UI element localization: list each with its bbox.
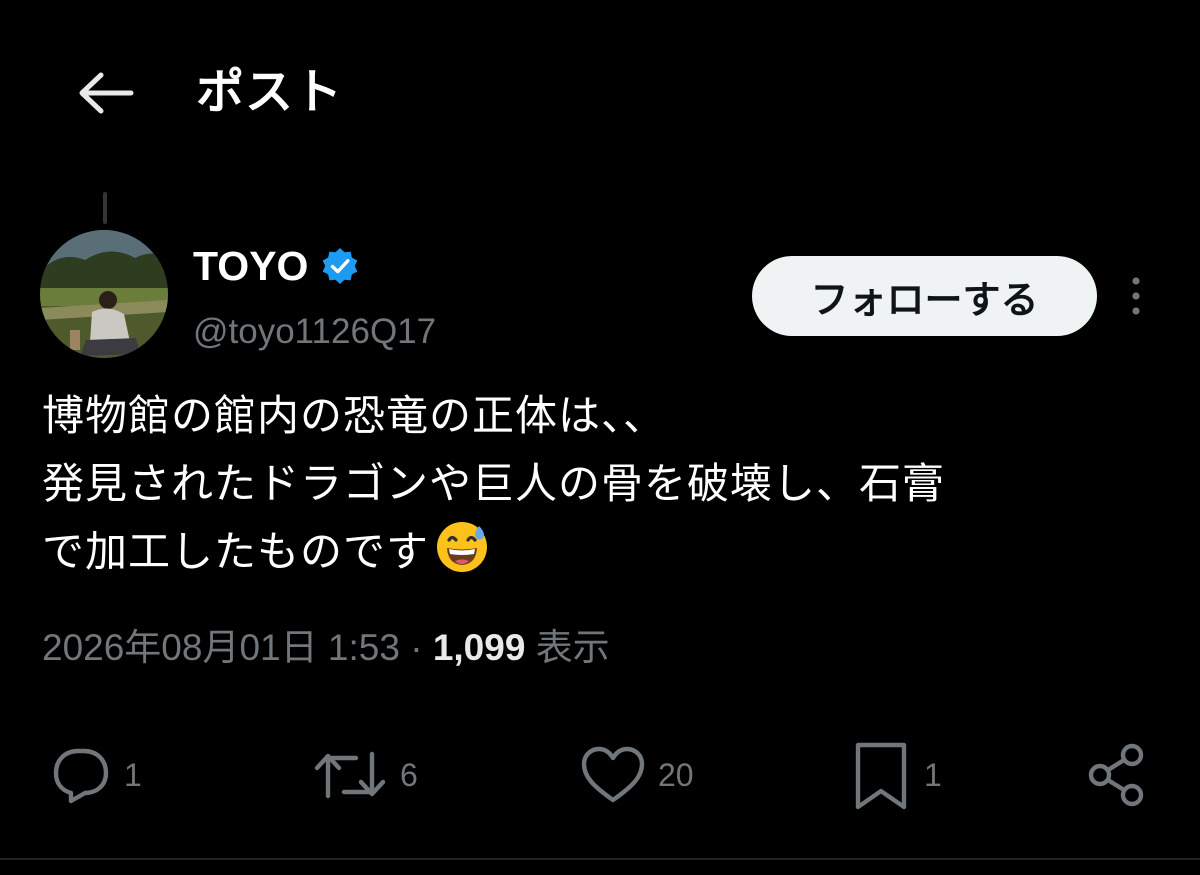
like-button[interactable]: 20 — [578, 730, 694, 820]
like-count: 20 — [658, 756, 694, 793]
repost-icon — [314, 751, 386, 799]
heart-icon — [581, 746, 645, 803]
avatar[interactable] — [40, 230, 168, 358]
reply-count: 1 — [124, 756, 142, 793]
arrow-left-icon — [79, 72, 134, 114]
grinning-face-with-sweat-icon — [437, 522, 488, 572]
post-text-segment: で加工したものです — [42, 527, 430, 576]
post-text-line: で加工したものです — [42, 518, 1172, 586]
follow-button[interactable]: フォローする — [752, 256, 1097, 336]
post-meta: 2026年08月01日 1:53 · 1,099 表示 — [42, 620, 610, 676]
top-bar: ポスト — [0, 0, 1200, 180]
post-text-line: 博物館の館内の恐竜の正体は、、 — [42, 391, 667, 440]
author-name[interactable]: TOYO — [193, 238, 360, 294]
thread-connector-line — [103, 192, 107, 224]
post-timestamp[interactable]: 2026年08月01日 1:53 — [42, 627, 400, 668]
repost-button[interactable]: 6 — [310, 730, 418, 820]
divider — [0, 858, 1200, 860]
views-count[interactable]: 1,099 — [433, 627, 526, 668]
verified-badge-icon — [323, 248, 358, 284]
more-options-button[interactable] — [1118, 272, 1154, 320]
reply-button[interactable]: 1 — [48, 730, 142, 820]
bookmark-icon — [855, 742, 907, 810]
page-title: ポスト — [196, 64, 344, 120]
author-display-name: TOYO — [193, 242, 309, 289]
views-label: 表示 — [535, 626, 610, 669]
share-icon — [1088, 743, 1144, 807]
share-button[interactable] — [1084, 730, 1150, 820]
repost-count: 6 — [400, 756, 418, 793]
author-handle[interactable]: @toyo1126Q17 — [193, 308, 436, 356]
engagement-bar: 1 6 20 1 — [0, 730, 1200, 820]
meta-separator: · — [410, 627, 423, 668]
back-button[interactable] — [62, 58, 148, 128]
bookmark-count: 1 — [924, 756, 942, 793]
post-text: 博物館の館内の恐竜の正体は、、 発見されたドラゴンや巨人の骨を破壊し、石膏 で加… — [42, 382, 1172, 586]
more-vertical-icon — [1132, 277, 1140, 315]
post-text-line: 発見されたドラゴンや巨人の骨を破壊し、石膏 — [42, 459, 946, 508]
bookmark-button[interactable]: 1 — [848, 730, 942, 820]
reply-icon — [53, 748, 109, 804]
avatar-photo — [40, 230, 168, 358]
